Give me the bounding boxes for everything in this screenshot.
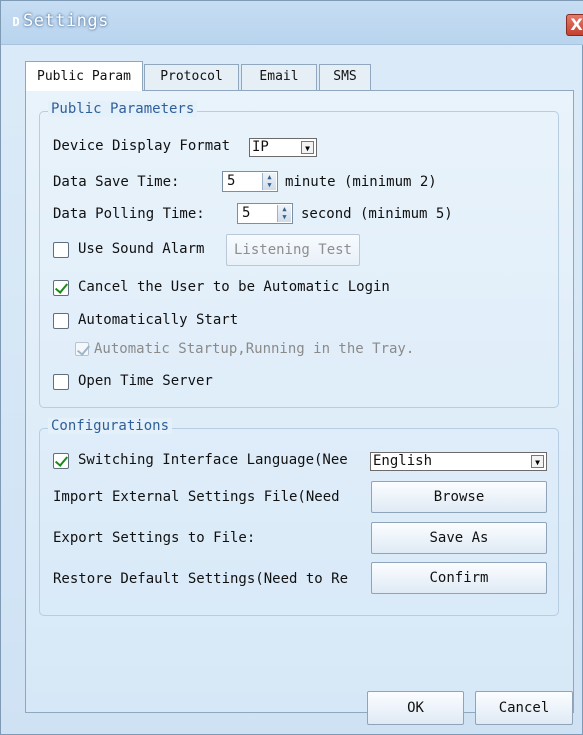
tray-checkbox[interactable] [75,342,89,356]
cancel-auto-login-checkbox[interactable] [53,280,69,296]
public-parameters-title: Public Parameters [48,101,198,117]
sound-alarm-label: Use Sound Alarm [78,241,205,257]
save-time-unit: minute (minimum 2) [285,174,437,190]
display-format-select[interactable]: IP ▼ [249,138,317,157]
settings-window: D Settings X Public Param Protocol Email… [0,0,583,735]
display-format-value: IP [252,139,269,155]
spinner-arrows-icon[interactable]: ▲ ▼ [262,173,276,190]
app-icon: D [12,15,20,29]
save-time-value: 5 [227,173,236,189]
language-select[interactable]: English ▼ [370,452,547,471]
configurations-group: Configurations Switching Interface Langu… [39,418,559,616]
browse-button[interactable]: Browse [371,481,547,513]
sound-alarm-checkbox[interactable] [53,242,69,258]
confirm-button[interactable]: Confirm [371,562,547,594]
tab-sms[interactable]: SMS [319,64,371,90]
time-server-label: Open Time Server [78,373,213,389]
display-format-label: Device Display Format [53,138,231,154]
auto-start-label: Automatically Start [78,312,239,328]
tab-public-param[interactable]: Public Param [25,61,143,91]
time-server-checkbox[interactable] [53,374,69,390]
save-time-label: Data Save Time: [53,174,180,190]
tab-panel-public-param: Public Parameters Device Display Format … [25,90,574,713]
ok-button[interactable]: OK [367,691,464,725]
cancel-auto-login-label: Cancel the User to be Automatic Login [78,279,390,295]
language-value: English [373,453,433,469]
tab-protocol[interactable]: Protocol [144,64,239,90]
polling-time-spinner[interactable]: 5 ▲ ▼ [237,203,293,224]
polling-time-unit: second (minimum 5) [301,206,453,222]
tray-label: Automatic Startup,Running in the Tray. [94,341,415,357]
export-settings-label: Export Settings to File: [53,530,256,546]
cancel-button[interactable]: Cancel [475,691,573,725]
import-settings-label: Import External Settings File(Need [53,489,340,505]
polling-time-label: Data Polling Time: [53,206,205,222]
switch-language-label: Switching Interface Language(Nee [78,452,348,468]
title-bar[interactable]: D Settings X [1,1,583,45]
listening-test-button[interactable]: Listening Test [226,234,360,266]
restore-defaults-label: Restore Default Settings(Need to Re [53,571,349,587]
spinner-arrows-icon[interactable]: ▲ ▼ [277,205,291,222]
chevron-down-icon: ▼ [531,455,544,468]
auto-start-checkbox[interactable] [53,313,69,329]
window-title: Settings [23,11,109,31]
close-button[interactable]: X [566,14,583,36]
chevron-down-icon: ▼ [301,141,314,154]
switch-language-checkbox[interactable] [53,453,69,469]
public-parameters-group: Public Parameters Device Display Format … [39,101,559,408]
polling-time-value: 5 [242,205,251,221]
save-as-button[interactable]: Save As [371,522,547,554]
tab-email[interactable]: Email [241,64,317,90]
save-time-spinner[interactable]: 5 ▲ ▼ [222,171,278,192]
configurations-title: Configurations [48,418,173,434]
